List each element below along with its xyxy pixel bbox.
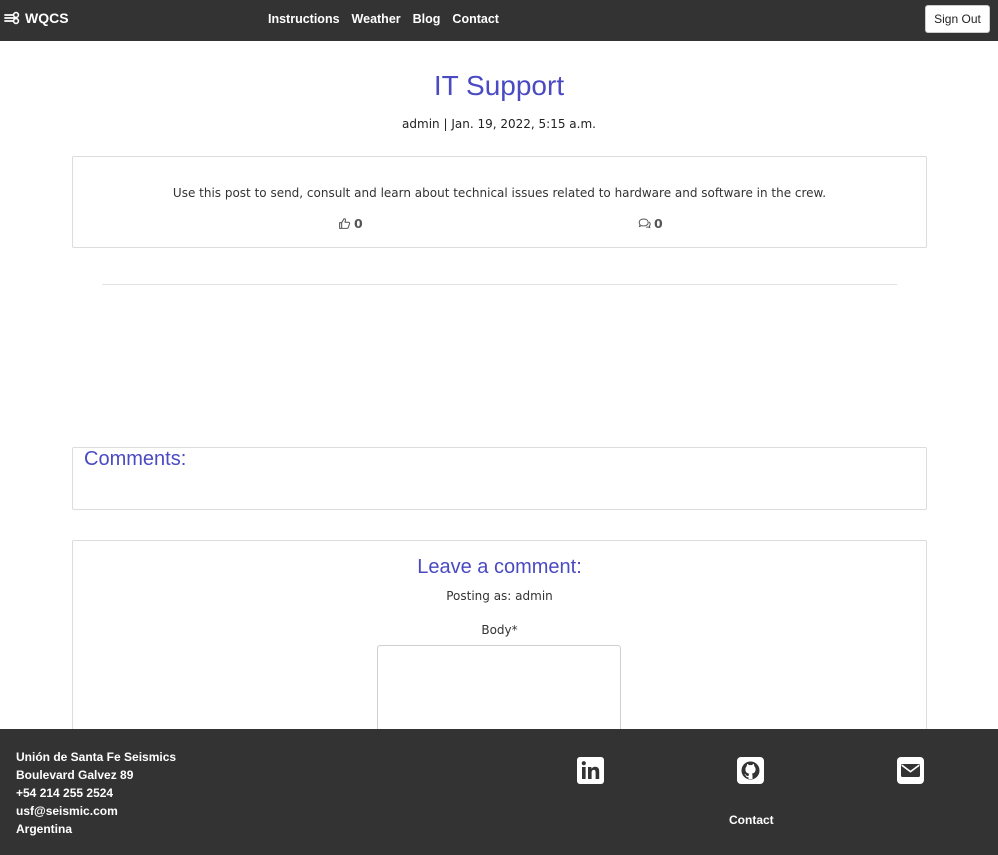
divider (102, 284, 897, 285)
post-body: Use this post to send, consult and learn… (172, 186, 827, 200)
post-card: Use this post to send, consult and learn… (72, 156, 927, 248)
body-label: Body* (481, 623, 518, 637)
nav-link-weather[interactable]: Weather (352, 12, 401, 26)
thumbs-up-icon (339, 218, 351, 229)
comment-count-button[interactable]: 0 (638, 216, 663, 231)
sign-out-button[interactable]: Sign Out (925, 5, 990, 33)
comment-form-heading: Leave a comment: (417, 556, 582, 578)
address-country: Argentina (16, 822, 73, 836)
address-email: usf@seismic.com (16, 804, 118, 818)
address-phone: +54 214 255 2524 (16, 786, 114, 800)
address-company: Unión de Santa Fe Seismics (16, 750, 177, 764)
github-icon (737, 757, 764, 784)
github-link[interactable] (737, 757, 764, 784)
post-meta: admin | Jan. 19, 2022, 5:15 a.m. (402, 117, 596, 131)
footer-contact-link[interactable]: Contact (729, 813, 774, 827)
footer-address: Unión de Santa Fe Seismics Boulevard Gal… (16, 748, 176, 838)
nav-links: Instructions Weather Blog Contact (268, 12, 511, 26)
nav-link-contact[interactable]: Contact (452, 12, 499, 26)
nav-link-instructions[interactable]: Instructions (268, 12, 340, 26)
posting-as-text: Posting as: admin (446, 589, 553, 603)
brand-name: WQCS (25, 10, 69, 26)
like-button[interactable]: 0 (338, 216, 363, 231)
comment-count: 0 (654, 216, 663, 231)
envelope-icon (897, 757, 924, 784)
comments-icon (638, 218, 651, 229)
like-count: 0 (354, 216, 363, 231)
footer: Unión de Santa Fe Seismics Boulevard Gal… (0, 729, 998, 855)
comments-heading: Comments: (84, 448, 187, 470)
seismic-wave-icon (4, 11, 20, 25)
brand-link[interactable]: WQCS (4, 10, 69, 26)
address-street: Boulevard Galvez 89 (16, 768, 134, 782)
linkedin-link[interactable] (577, 757, 604, 784)
linkedin-icon (577, 757, 604, 784)
email-link[interactable] (897, 757, 924, 784)
post-title: IT Support (433, 70, 565, 101)
nav-link-blog[interactable]: Blog (413, 12, 441, 26)
comments-section: Comments: (72, 447, 927, 510)
navbar: WQCS Instructions Weather Blog Contact S… (0, 0, 998, 41)
